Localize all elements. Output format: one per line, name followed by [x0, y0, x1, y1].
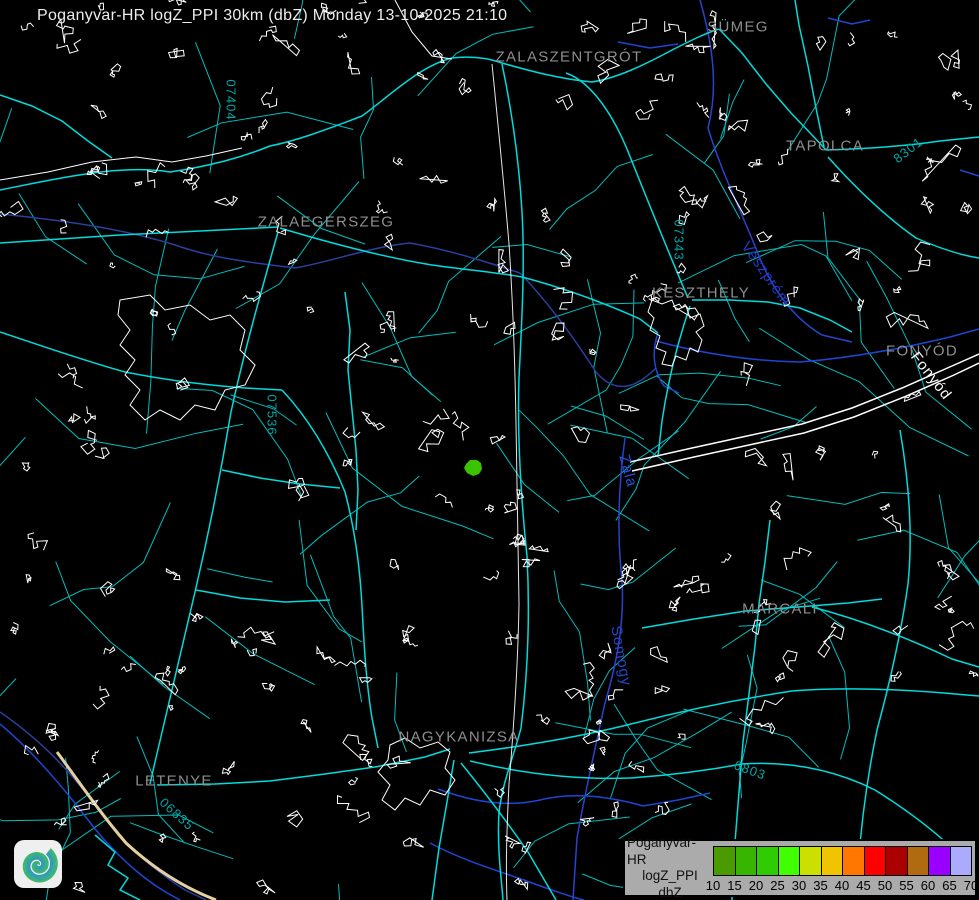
legend-tick-label: 15 — [727, 878, 741, 893]
legend-swatch — [735, 846, 758, 876]
legend-title-block: Poganyvar-HR logZ_PPI dbZ — [627, 842, 713, 894]
radar-echo — [464, 460, 482, 476]
legend-tick-label: 60 — [921, 878, 935, 893]
legend-swatch — [799, 846, 822, 876]
legend-swatch — [778, 846, 801, 876]
legend-swatch — [950, 846, 973, 876]
radar-basemap — [0, 0, 979, 900]
legend-swatch — [842, 846, 865, 876]
legend-tick-label: 50 — [878, 878, 892, 893]
legend-swatch — [756, 846, 779, 876]
legend-tick-label: 70 — [964, 878, 978, 893]
radar-map-viewport: SÜMEGZALASZENTGRÓTTAPOLCAZALAEGERSZEGKES… — [0, 0, 979, 900]
legend-tick-label: 30 — [792, 878, 806, 893]
legend-tick-label: 10 — [706, 878, 720, 893]
main-road-network — [0, 0, 979, 900]
legend-swatch — [864, 846, 887, 876]
legend-swatch — [821, 846, 844, 876]
legend-tick-label: 25 — [770, 878, 784, 893]
spiral-icon — [14, 840, 62, 888]
legend-swatch — [907, 846, 930, 876]
legend-swatch — [928, 846, 951, 876]
legend-color-scale: 10152025303540455055606570 — [713, 846, 975, 894]
legend-swatch — [885, 846, 908, 876]
radar-color-legend: Poganyvar-HR logZ_PPI dbZ 10 15 20 25 30 35 40… — [623, 839, 977, 897]
legend-unit-label: dbZ — [658, 885, 681, 900]
radar-product-title: Poganyvar-HR logZ_PPI 30km (dbZ) Monday … — [37, 7, 507, 25]
legend-product-name: Poganyvar-HR — [627, 835, 713, 868]
hungaromet-spiral-logo — [14, 840, 62, 888]
legend-tick-label: 65 — [942, 878, 956, 893]
motorway-line — [57, 752, 216, 900]
legend-tick-label: 35 — [813, 878, 827, 893]
legend-swatch — [713, 846, 736, 876]
legend-tick-label: 20 — [749, 878, 763, 893]
legend-tick-label: 40 — [835, 878, 849, 893]
legend-tick-label: 55 — [899, 878, 913, 893]
legend-product-type: logZ_PPI — [642, 868, 698, 885]
legend-tick-label: 45 — [856, 878, 870, 893]
